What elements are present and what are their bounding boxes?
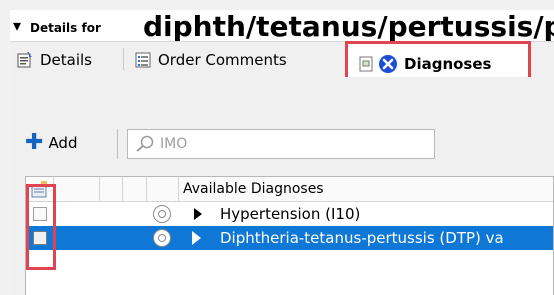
column-divider	[146, 177, 147, 201]
add-button[interactable]: ✚ Add	[25, 130, 78, 155]
grid-header-row: Available Diagnoses	[26, 177, 553, 202]
imo-search-input[interactable]: IMO	[127, 129, 435, 159]
checkbox-highlight	[26, 184, 56, 270]
diagnosis-label: Hypertension (I10)	[220, 205, 361, 223]
order-details-panel: ▾ Details for diphth/tetanus/pertussis/p…	[10, 10, 554, 295]
column-divider	[99, 177, 100, 201]
tab-details[interactable]: Details	[16, 42, 92, 77]
primary-radio[interactable]	[153, 205, 171, 223]
diagnosis-label: Diphtheria-tetanus-pertussis (DTP) va	[220, 229, 504, 247]
collapse-toggle-icon[interactable]: ▾	[13, 16, 21, 35]
tab-diagnoses-label: Diagnoses	[404, 55, 492, 73]
document-icon	[359, 56, 373, 72]
column-divider	[122, 177, 123, 201]
column-divider	[178, 177, 179, 201]
header-prefix: Details for	[30, 21, 101, 35]
diagnoses-icon	[379, 55, 397, 73]
search-placeholder: IMO	[160, 136, 188, 152]
diagnoses-grid: Available Diagnoses Hypertension (I10) D…	[25, 176, 554, 295]
search-icon	[136, 135, 154, 152]
tab-details-label: Details	[40, 50, 93, 69]
primary-radio[interactable]	[153, 229, 171, 247]
plus-icon: ✚	[25, 130, 44, 155]
toolbar-divider	[117, 129, 118, 159]
tab-order-comments[interactable]: Order Comments	[134, 42, 287, 77]
comments-list-icon	[135, 52, 151, 67]
available-diagnoses-header: Available Diagnoses	[183, 181, 324, 197]
tab-order-comments-label: Order Comments	[158, 50, 287, 69]
expand-arrow-icon[interactable]	[192, 231, 202, 245]
diagnosis-row-selected[interactable]: Diphtheria-tetanus-pertussis (DTP) va	[26, 226, 553, 250]
details-header: ▾ Details for diphth/tetanus/pertussis/p…	[10, 10, 554, 43]
expand-arrow-icon[interactable]	[194, 208, 202, 220]
details-sheet-icon	[17, 51, 32, 67]
add-button-label: Add	[48, 134, 78, 152]
tab-divider	[123, 48, 124, 70]
page-title: diphth/tetanus/pertussis/pe	[143, 10, 554, 43]
diagnosis-row[interactable]: Hypertension (I10)	[26, 202, 553, 226]
